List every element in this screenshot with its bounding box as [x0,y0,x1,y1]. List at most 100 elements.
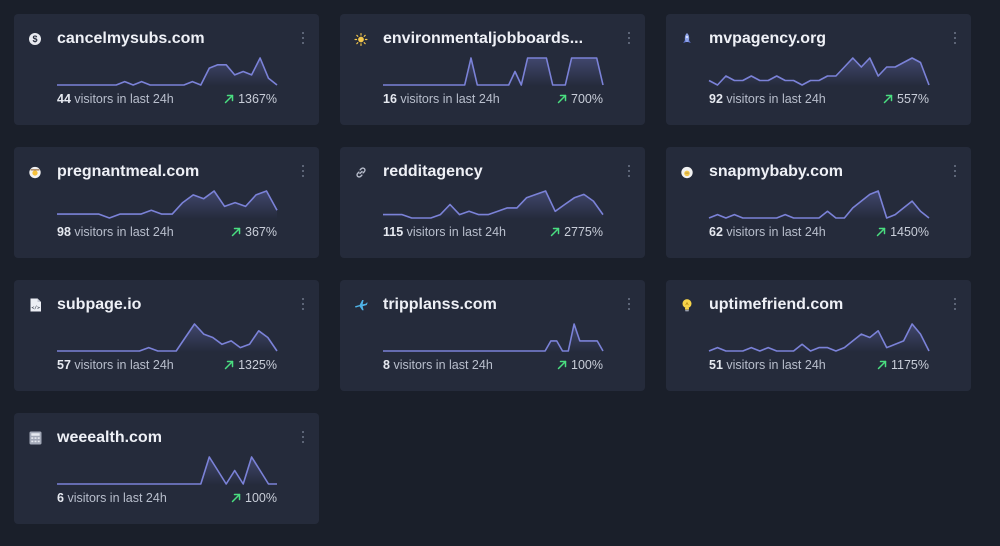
site-card[interactable]: weeealth.com 6 visitors in last 24h 100% [14,413,319,524]
trend-up-icon [224,94,234,104]
link-icon [354,165,368,179]
visitors-summary: 44 visitors in last 24h [57,91,174,107]
sparkline-line [57,323,278,352]
site-name[interactable]: mvpagency.org [709,29,924,49]
sparkline-line [57,456,277,485]
visitors-label: visitors in last 24h [74,358,174,372]
site-name[interactable]: tripplanss.com [383,295,598,315]
site-name[interactable]: environmentaljobboards... [383,29,598,49]
site-card[interactable]: pregnantmeal.com 98 visitors in last 24h 3… [14,147,319,258]
visitors-summary: 8 visitors in last 24h [383,357,493,373]
site-card[interactable]: snapmybaby.com 62 visitors in last 24h 145… [666,147,971,258]
stats-row: 44 visitors in last 24h 1367% [57,91,277,107]
document-icon: </> [28,298,42,312]
sparkline-area [383,191,603,219]
site-card[interactable]: tripplanss.com 8 visitors in last 24h 100% [340,280,645,391]
more-options-icon[interactable] [951,164,959,178]
visitors-summary: 92 visitors in last 24h [709,91,826,107]
site-name[interactable]: weeealth.com [57,428,272,448]
growth-percent: 100% [571,358,603,372]
svg-text:$: $ [32,34,37,44]
visitors-summary: 57 visitors in last 24h [57,357,174,373]
visitors-summary: 62 visitors in last 24h [709,224,826,240]
site-name[interactable]: snapmybaby.com [709,162,924,182]
trend-up-icon [557,94,567,104]
growth-percent: 1367% [238,92,277,106]
visitors-summary: 51 visitors in last 24h [709,357,826,373]
growth-indicator: 100% [231,490,277,506]
sun-icon [354,32,368,46]
site-name[interactable]: uptimefriend.com [709,295,924,315]
growth-indicator: 700% [557,91,603,107]
growth-percent: 1175% [891,358,929,372]
rocket-icon [680,32,694,46]
visitors-count: 51 [709,358,723,372]
site-card[interactable]: redditagency 115 visitors in last 24h 2775… [340,147,645,258]
visitors-label: visitors in last 24h [74,225,174,239]
visitors-sparkline [708,323,930,352]
site-card[interactable]: $ cancelmysubs.com 44 visitors in last 24h… [14,14,319,125]
visitors-count: 92 [709,92,723,106]
visitors-sparkline [383,190,604,219]
visitors-sparkline [383,323,604,352]
trend-up-icon [876,227,886,237]
more-options-icon[interactable] [625,297,633,311]
visitors-count: 57 [57,358,71,372]
site-name[interactable]: subpage.io [57,295,272,315]
trend-up-icon [224,360,234,370]
stats-row: 8 visitors in last 24h 100% [383,357,603,373]
sparkline-line [708,190,930,219]
growth-indicator: 1175% [877,357,929,373]
stats-row: 115 visitors in last 24h 2775% [383,224,603,240]
trend-up-icon [550,227,560,237]
visitors-count: 8 [383,358,390,372]
visitors-summary: 98 visitors in last 24h [57,224,174,240]
growth-indicator: 100% [557,357,603,373]
growth-indicator: 557% [883,91,929,107]
more-options-icon[interactable] [299,430,307,444]
trend-up-icon [883,94,893,104]
growth-indicator: 1450% [876,224,929,240]
visitors-sparkline [57,57,278,86]
stats-row: 92 visitors in last 24h 557% [709,91,929,107]
visitors-count: 62 [709,225,723,239]
more-options-icon[interactable] [299,31,307,45]
visitors-summary: 16 visitors in last 24h [383,91,500,107]
trend-up-icon [877,360,887,370]
growth-indicator: 1325% [224,357,277,373]
visitors-count: 115 [383,225,404,239]
meal-emoji-icon [28,165,42,179]
more-options-icon[interactable] [625,164,633,178]
growth-percent: 557% [897,92,929,106]
visitors-label: visitors in last 24h [393,358,493,372]
visitors-label: visitors in last 24h [400,92,500,106]
site-name[interactable]: redditagency [383,162,598,182]
site-card[interactable]: </> subpage.io 57 visitors in last 24h 1325… [14,280,319,391]
site-name[interactable]: pregnantmeal.com [57,162,272,182]
site-card[interactable]: environmentaljobboards... 16 visitors in … [340,14,645,125]
more-options-icon[interactable] [951,31,959,45]
visitors-sparkline [708,57,930,86]
site-card[interactable]: uptimefriend.com 51 visitors in last 24h 1… [666,280,971,391]
lightbulb-icon [680,298,694,312]
sparkline-area [383,324,603,352]
growth-percent: 1325% [238,358,277,372]
more-options-icon[interactable] [299,164,307,178]
websites-grid: $ cancelmysubs.com 44 visitors in last 24h… [14,14,971,524]
visitors-label: visitors in last 24h [726,92,826,106]
stats-row: 6 visitors in last 24h 100% [57,490,277,506]
trend-up-icon [557,360,567,370]
growth-percent: 1450% [890,225,929,239]
stats-row: 51 visitors in last 24h 1175% [709,357,929,373]
calculator-icon [28,431,42,445]
stats-row: 62 visitors in last 24h 1450% [709,224,929,240]
visitors-sparkline [383,57,604,86]
more-options-icon[interactable] [951,297,959,311]
more-options-icon[interactable] [625,31,633,45]
visitors-sparkline [57,190,278,219]
visitors-label: visitors in last 24h [726,225,826,239]
site-name[interactable]: cancelmysubs.com [57,29,272,49]
site-card[interactable]: mvpagency.org 92 visitors in last 24h 557% [666,14,971,125]
visitors-sparkline [708,190,930,219]
more-options-icon[interactable] [299,297,307,311]
